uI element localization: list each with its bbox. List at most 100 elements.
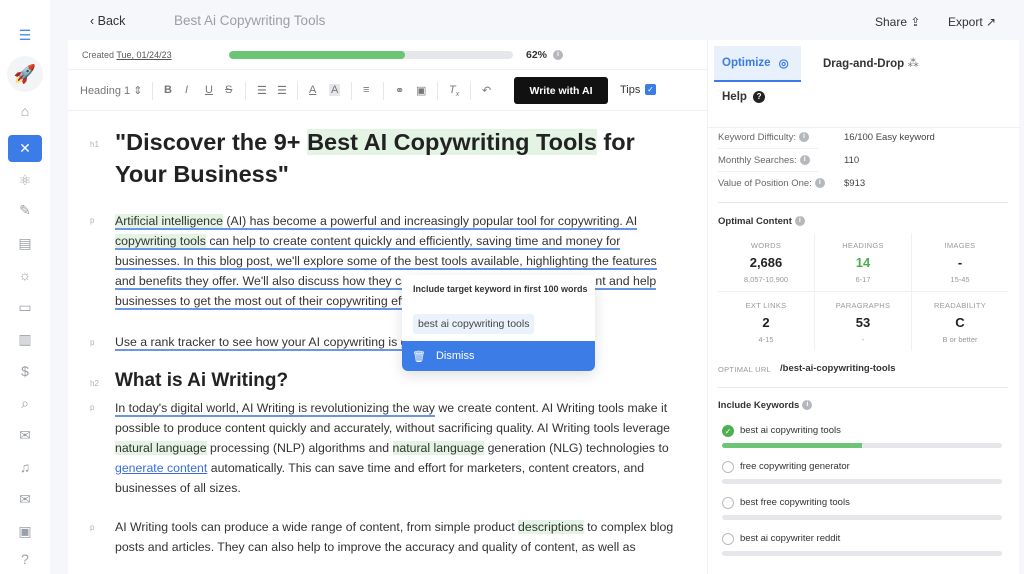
card-icon[interactable]: ▭ (10, 294, 40, 320)
grid-divider (718, 291, 1008, 292)
image-icon[interactable]: ▣ (416, 84, 426, 97)
undo-icon[interactable]: ↶ (482, 84, 491, 97)
trash-icon: 🗑 (412, 350, 426, 363)
strikethrough-icon[interactable]: S (225, 84, 232, 96)
generate-content-link[interactable]: generate content (115, 461, 207, 475)
keyword-text: best ai copywriter reddit (740, 533, 841, 544)
check-circle-icon: ✓ (722, 425, 734, 437)
updown-chevron-icon: ⇕ (133, 85, 143, 97)
keyword-item[interactable]: ✓ best ai copywriting tools (722, 425, 1012, 455)
atom-icon[interactable]: ⚛ (10, 167, 40, 193)
tab-optimize[interactable]: Optimize ◎ (714, 46, 801, 82)
magnify-icon[interactable]: ⌕ (10, 390, 40, 416)
link-icon[interactable]: ⚭ (395, 84, 404, 97)
file-search-icon[interactable]: ▥ (10, 326, 40, 352)
music-file-icon[interactable]: ♫ (10, 454, 40, 480)
metric-label: READABILITY (933, 301, 987, 310)
tab-drag-and-drop[interactable]: Drag-and-Drop ⁂ (823, 56, 919, 70)
bullet-list-icon[interactable]: ☰ (277, 84, 287, 97)
keyword-highlight: natural language (115, 441, 207, 455)
metric-range: 8,057-10,900 (743, 275, 789, 284)
include-keywords-title: Include Keywords i (718, 400, 813, 411)
money-bag-icon[interactable]: $ (10, 358, 40, 384)
info-icon[interactable]: i (552, 50, 563, 61)
paragraph-3[interactable]: In today's digital world, AI Writing is … (115, 398, 680, 498)
info-icon[interactable]: i (799, 155, 810, 166)
help-icon[interactable]: ? (10, 546, 40, 572)
menu-icon[interactable]: ☰ (10, 22, 40, 48)
metrics-grid: WORDS 2,686 8,057-10,900 HEADINGS 14 6-1… (718, 233, 1008, 353)
paragraph-4[interactable]: AI Writing tools can produce a wide rang… (115, 517, 680, 557)
metric-label: HEADINGS (842, 241, 884, 250)
metric-readability: READABILITY C B or better (912, 293, 1008, 353)
toolbar-divider (437, 82, 438, 100)
lightbulb-icon[interactable]: ☼ (10, 262, 40, 288)
mail-icon[interactable]: ✉ (10, 486, 40, 512)
keyword-text: free copywriting generator (740, 461, 850, 472)
metric-words: WORDS 2,686 8,057-10,900 (718, 233, 814, 293)
write-with-ai-button[interactable]: Write with AI (514, 77, 608, 104)
keyword-text: best ai copywriting tools (740, 425, 841, 436)
tab-help-label: Help (722, 91, 747, 104)
underlined-text: In today's digital world, AI Writing is … (115, 401, 435, 417)
popup-keyword-chip[interactable]: best ai copywriting tools (413, 314, 535, 334)
grid-divider (911, 233, 912, 351)
editor-content[interactable]: h1 "Discover the 9+ Best AI Copywriting … (68, 112, 708, 574)
content-score-bar (229, 51, 513, 59)
keyword-item[interactable]: free copywriting generator (722, 461, 1012, 491)
keyword-item[interactable]: best free copywriting tools (722, 497, 1012, 527)
metric-range: B or better (942, 335, 978, 344)
info-icon[interactable]: i (794, 216, 805, 227)
export-button[interactable]: Export ↗ (948, 15, 996, 29)
block-tag-p: p (90, 216, 95, 225)
main-frame: ‹ Back Best Ai Copywriting Tools Share ⇪… (50, 0, 1024, 574)
heading-select[interactable]: Heading 1 ⇕ (80, 84, 142, 97)
back-button[interactable]: ‹ Back (90, 14, 125, 28)
document-h1[interactable]: "Discover the 9+ Best AI Copywriting Too… (115, 126, 675, 190)
home-icon[interactable]: ⌂ (10, 98, 40, 124)
metric-headings: HEADINGS 14 6-17 (815, 233, 911, 293)
keyword-item[interactable]: best ai copywriter reddit (722, 533, 1012, 563)
share-icon: ⇪ (910, 15, 921, 29)
metric-label: EXT LINKS (745, 301, 787, 310)
align-icon[interactable]: ≡ (363, 84, 369, 96)
tab-help[interactable]: Help ? (722, 91, 766, 104)
created-date-value[interactable]: Tue, 01/24/23 (116, 50, 171, 60)
document-icon[interactable]: ▤ (10, 230, 40, 256)
ordered-list-icon[interactable]: ☰ (257, 84, 267, 97)
toolbar-divider (152, 82, 153, 100)
rocket-logo-icon[interactable]: 🚀 (7, 56, 43, 92)
text-color-icon[interactable]: A (309, 84, 316, 96)
tips-checkbox[interactable]: ✓ (645, 84, 656, 95)
paragraph-2[interactable]: Use a rank tracker to see how your AI co… (115, 332, 680, 352)
keyword-highlight: copywriting tools (115, 234, 206, 248)
clear-format-icon[interactable]: Tx (449, 84, 459, 98)
metric-ext-links: EXT LINKS 2 4-15 (718, 293, 814, 353)
info-icon[interactable]: i (814, 178, 825, 189)
heading-select-value: Heading 1 (80, 85, 131, 97)
question-icon: ? (753, 91, 766, 103)
info-icon[interactable]: i (798, 132, 809, 143)
target-icon: ◎ (778, 58, 789, 70)
document-h2[interactable]: What is Ai Writing? (115, 370, 288, 392)
italic-icon[interactable]: I (185, 84, 188, 96)
empty-circle-icon (722, 533, 734, 545)
export-label: Export (948, 15, 983, 29)
tools-icon[interactable]: ✕ (8, 135, 42, 162)
keyword-tip-popup: Include target keyword in first 100 word… (402, 275, 595, 371)
pen-icon[interactable]: ✎ (10, 197, 40, 223)
section-divider (718, 202, 1008, 203)
save-icon[interactable]: ▣ (10, 518, 40, 544)
mail-open-icon[interactable]: ✉ (10, 422, 40, 448)
highlight-color-icon[interactable]: A (329, 84, 341, 96)
share-button[interactable]: Share ⇪ (875, 15, 920, 29)
document-title: Best Ai Copywriting Tools (174, 13, 326, 28)
dismiss-button[interactable]: 🗑 Dismiss (402, 341, 595, 371)
keyword-progress-track (722, 515, 1002, 520)
position-value-value: $913 (844, 178, 866, 189)
bold-icon[interactable]: B (164, 84, 172, 96)
info-icon[interactable]: i (802, 400, 813, 411)
underline-icon[interactable]: U (205, 84, 213, 96)
paragraph-text: generation (NLG) technologies to (484, 441, 669, 455)
paragraph-1[interactable]: Artificial intelligence (AI) has become … (115, 211, 680, 311)
